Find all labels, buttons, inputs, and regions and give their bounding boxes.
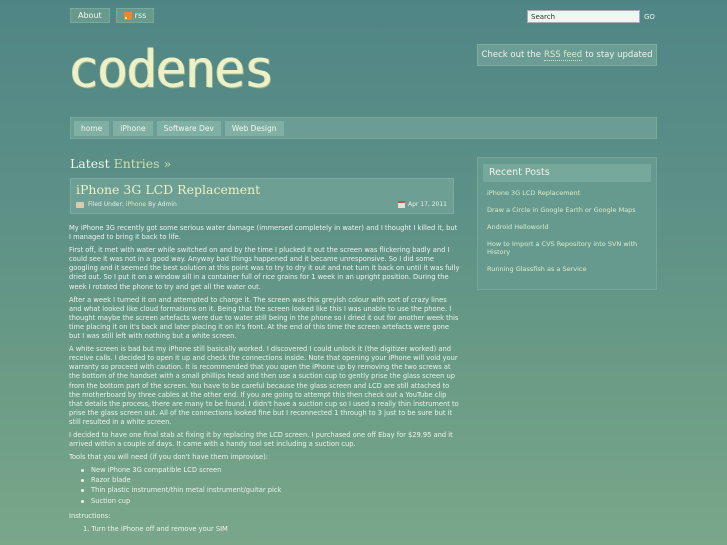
post-body: My iPhone 3G recently got some serious w… [69, 224, 461, 534]
post-paragraph: Tools that you will need (if you don't h… [69, 453, 268, 462]
tools-list: New iPhone 3G compatible LCD screen Razo… [81, 466, 461, 506]
recent-post-link[interactable]: Draw a Circle in Google Earth or Google … [487, 206, 647, 214]
post-date-text: Apr 17, 2011 [407, 201, 447, 208]
recent-post-link[interactable]: iPhone 3G LCD Replacement [487, 189, 647, 197]
post-paragraph: After a week I turned it on and attempte… [69, 295, 459, 341]
recent-post-link[interactable]: Running Glassfish as a Service [487, 265, 647, 273]
calendar-icon [397, 201, 405, 208]
nav-item-software-dev[interactable]: Software Dev [156, 120, 221, 136]
about-label: About [78, 11, 102, 20]
instructions-list: 1. Turn the iPhone off and remove your S… [83, 525, 461, 534]
search-input[interactable] [527, 10, 640, 23]
recent-posts-title: Recent Posts [483, 164, 651, 182]
post-paragraph: First off, it met with water while switc… [69, 246, 460, 291]
list-item: New iPhone 3G compatible LCD screen [81, 466, 461, 475]
about-link[interactable]: About [70, 8, 110, 23]
list-item: Suction cup [81, 497, 461, 506]
post-title[interactable]: iPhone 3G LCD Replacement [76, 182, 260, 197]
latest-entries-heading: Latest Entries » [70, 156, 171, 171]
latest-label: Latest [70, 156, 110, 171]
search-go-button[interactable]: GO [644, 13, 655, 21]
nav-item-home[interactable]: home [74, 120, 110, 136]
post-header: iPhone 3G LCD Replacement Filed Under: i… [70, 178, 454, 214]
entries-label: Entries » [113, 156, 172, 171]
list-item: Razor blade [81, 476, 461, 485]
post-date: Apr 17, 2011 [397, 201, 447, 208]
rss-icon [123, 11, 132, 20]
list-item: Thin plastic instrument/thin metal instr… [81, 486, 461, 495]
main-nav: home iPhone Software Dev Web Design [70, 117, 657, 139]
post-meta: Filed Under: iPhone By Admin [76, 201, 177, 208]
filed-under-label: Filed Under: [88, 201, 124, 208]
folder-icon [76, 201, 84, 208]
instructions-label: Instructions: [69, 511, 111, 520]
post-paragraph: A white screen is bad but my iPhone stil… [69, 345, 459, 426]
rss-feed-link[interactable]: RSS feed [543, 50, 583, 61]
post-category-link[interactable]: iPhone [126, 201, 146, 208]
list-item: 1. Turn the iPhone off and remove your S… [83, 524, 228, 533]
recent-post-link[interactable]: Android Helloworld [487, 223, 647, 231]
post-author: By Admin [148, 201, 177, 208]
rss-label: rss [134, 11, 147, 20]
rss-promo-prefix: Check out the [481, 50, 541, 60]
recent-post-link[interactable]: How to Import a CVS Repository into SVN … [487, 240, 647, 256]
site-logo[interactable]: codenes [68, 44, 275, 96]
search-form: GO [527, 10, 655, 23]
nav-item-iphone[interactable]: iPhone [113, 120, 153, 136]
top-nav: About rss [70, 8, 155, 23]
post-paragraph: My iPhone 3G recently got some serious w… [69, 224, 458, 242]
rss-promo: Check out the RSS feed to stay updated [477, 44, 657, 66]
recent-posts-list: iPhone 3G LCD Replacement Draw a Circle … [478, 182, 656, 273]
recent-posts-widget: Recent Posts iPhone 3G LCD Replacement D… [477, 157, 657, 290]
nav-item-web-design[interactable]: Web Design [224, 120, 284, 136]
rss-link[interactable]: rss [115, 8, 155, 23]
rss-promo-suffix: to stay updated [585, 50, 653, 60]
post-paragraph: I decided to have one final stab at fixi… [69, 430, 453, 449]
